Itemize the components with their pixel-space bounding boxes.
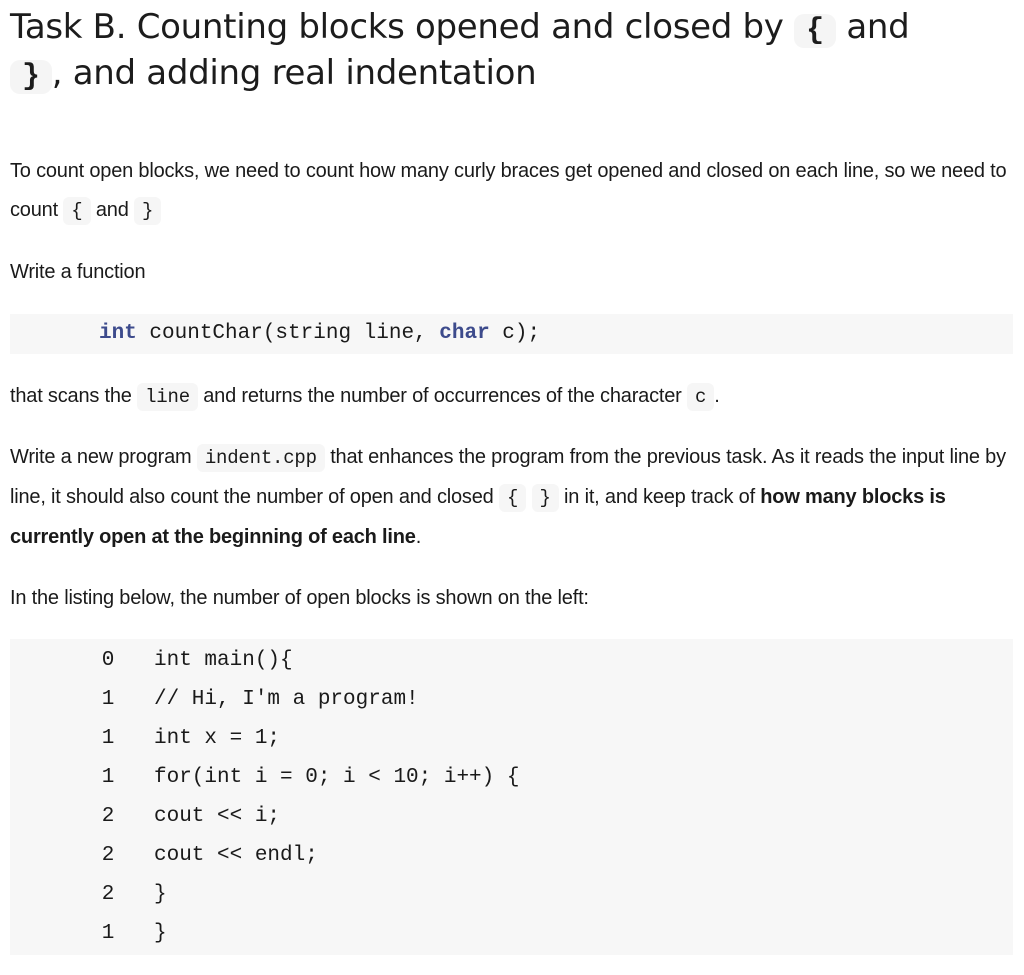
code-line: } — [154, 922, 167, 945]
inline-code-open-brace: { — [63, 197, 91, 225]
open-block-count: 1 — [101, 766, 115, 789]
listing-row: 2} — [10, 875, 1013, 914]
write-function-paragraph: Write a function — [10, 261, 146, 283]
scans-text-2: and returns the number of occurrences of… — [197, 385, 687, 407]
keyword-int: int — [99, 322, 137, 345]
open-block-count: 2 — [101, 805, 115, 828]
inline-code-c: c — [686, 383, 715, 411]
inline-code-filename: indent.cpp — [196, 444, 325, 472]
listing-row: 2 cout << i; — [10, 797, 1013, 836]
title-text-1: Task B. Counting blocks opened and close… — [10, 7, 795, 47]
inline-code-close-brace: } — [133, 197, 162, 225]
scans-text-1: that scans the — [10, 385, 138, 407]
new-program-text-1: Write a new program — [10, 446, 197, 468]
title-code-open-brace: { — [794, 14, 836, 48]
scans-text-3: . — [714, 385, 720, 407]
inline-code-open-brace-2: { — [498, 484, 527, 512]
intro-paragraph: To count open blocks, we need to count h… — [10, 152, 1010, 231]
listing-row: 1 int x = 1; — [10, 719, 1013, 758]
open-block-count: 1 — [101, 688, 115, 711]
intro-text-2: and — [90, 199, 134, 221]
listing-row: 1} — [10, 914, 1013, 953]
code-line: for(int i = 0; i < 10; i++) { — [154, 766, 520, 789]
code-line: } — [154, 883, 167, 906]
page-title: Task B. Counting blocks opened and close… — [10, 6, 1010, 98]
code-listing: 0 int main(){ 1 // Hi, I'm a program! 1 int… — [10, 639, 1013, 955]
code-line: // Hi, I'm a program! — [154, 688, 419, 711]
title-code-close-brace: } — [10, 60, 52, 94]
listing-row: 2 cout << endl; — [10, 836, 1013, 875]
keyword-char: char — [439, 322, 490, 345]
new-program-text-4: . — [415, 526, 422, 548]
open-block-count: 2 — [101, 844, 115, 867]
listing-row: 1 for(int i = 0; i < 10; i++) { — [10, 758, 1013, 797]
inline-code-line: line — [137, 383, 198, 411]
inline-code-close-brace-2: } — [531, 484, 559, 512]
new-program-text-3: in it, and keep track of — [558, 486, 761, 508]
function-signature-block: int countChar(string line, char c); — [10, 314, 1013, 354]
code-line: cout << endl; — [154, 844, 318, 867]
scans-paragraph: that scans the line and returns the numb… — [10, 377, 1010, 417]
signature-line: int countChar(string line, char c); — [99, 322, 540, 346]
signature-end: c); — [489, 322, 541, 345]
title-text-3: , and adding real indentation — [51, 53, 537, 93]
open-block-count: 1 — [101, 727, 115, 750]
open-block-count: 0 — [101, 649, 115, 672]
open-block-count: 2 — [101, 883, 115, 906]
code-line: int x = 1; — [154, 727, 281, 750]
listing-row: 0 int main(){ — [10, 641, 1013, 680]
signature-middle: countChar(string line, — [136, 322, 440, 345]
listing-intro-paragraph: In the listing below, the number of open… — [10, 587, 589, 609]
title-text-2: and — [835, 7, 910, 47]
new-program-paragraph: Write a new program indent.cpp that enha… — [10, 438, 1010, 557]
listing-row: 1 // Hi, I'm a program! — [10, 680, 1013, 719]
code-line: cout << i; — [154, 805, 281, 828]
code-line: int main(){ — [154, 649, 293, 672]
open-block-count: 1 — [101, 922, 115, 945]
